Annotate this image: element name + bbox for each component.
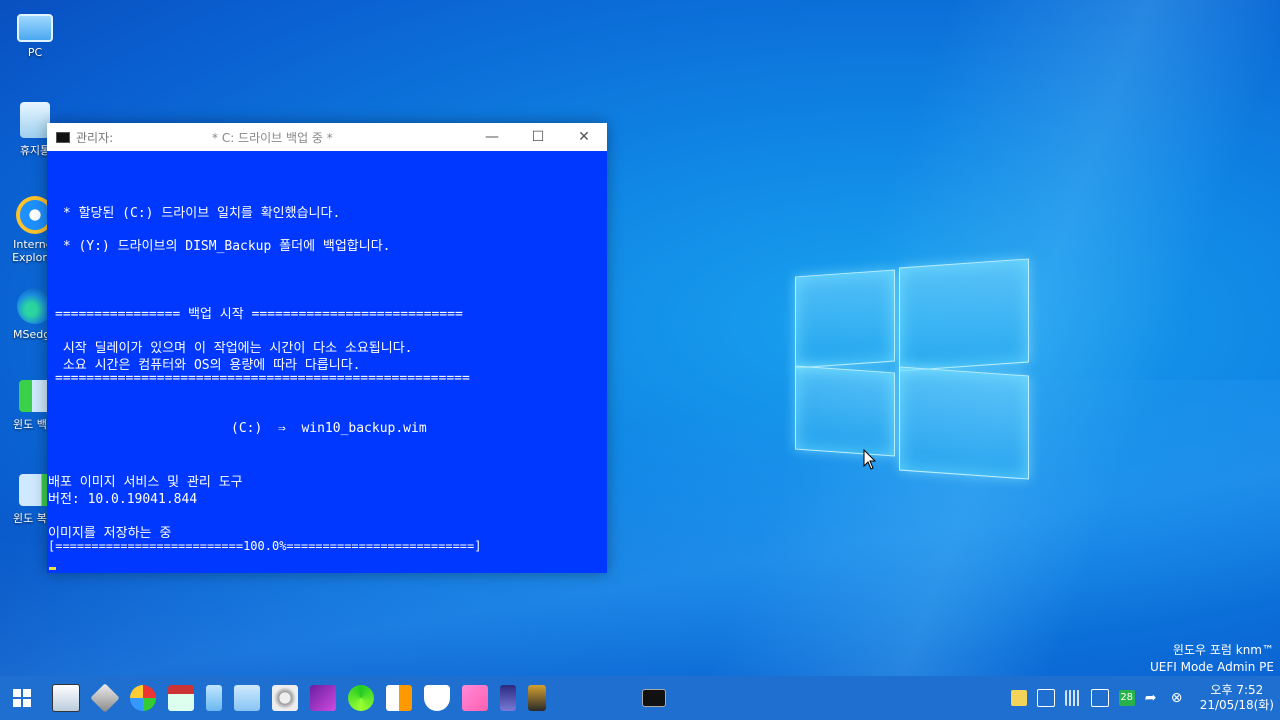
cmd-icon	[56, 131, 70, 143]
windows-start-icon	[13, 689, 31, 707]
window-title: * C: 드라이브 백업 중 *	[212, 130, 333, 145]
notification-icon[interactable]	[1010, 690, 1027, 706]
disk-tool-icon[interactable]	[90, 683, 120, 713]
maximize-icon: ☐	[531, 129, 545, 145]
media-icon[interactable]	[310, 685, 336, 711]
window-title-bar[interactable]: 관리자: * C: 드라이브 백업 중 * — ☐ ✕	[47, 123, 607, 151]
desktop-icon-label: 휴지통	[19, 144, 51, 157]
system-monitor-icon[interactable]	[52, 684, 80, 712]
shield-icon[interactable]	[424, 685, 450, 711]
progress-bar-text: [==========================100.0%=======…	[48, 539, 482, 553]
display-icon[interactable]	[1036, 689, 1055, 707]
phone-icon[interactable]	[500, 685, 516, 711]
recycle-bin-icon	[20, 102, 50, 138]
network-tray-icon[interactable]	[1064, 690, 1081, 706]
close-icon: ✕	[578, 129, 590, 145]
console-line: 버전: 10.0.19041.844	[48, 492, 198, 507]
console-output[interactable]: * 할당된 (C:) 드라이브 일치를 확인했습니다. * (Y:) 드라이브의…	[47, 151, 607, 573]
watermark-line: UEFI Mode Admin PE	[1149, 660, 1274, 674]
computer-icon	[17, 14, 53, 42]
console-line: ========================================…	[55, 371, 470, 386]
console-window[interactable]: 관리자: * C: 드라이브 백업 중 * — ☐ ✕ * 할당된 (C:) 드…	[47, 123, 607, 573]
desktop-icon-label: PC	[27, 46, 43, 59]
admin-label: 관리자:	[76, 130, 114, 145]
network-icon[interactable]	[168, 685, 194, 711]
close-circle-icon[interactable]: ⊗	[1171, 690, 1187, 706]
share-icon[interactable]: ➦	[1145, 690, 1161, 706]
clock-time: 오후 7:52	[1210, 683, 1264, 697]
clock[interactable]: 오후 7:52 21/05/18(화)	[1200, 683, 1274, 713]
registry-icon[interactable]	[386, 685, 412, 711]
console-line: * (Y:) 드라이브의 DISM_Backup 폴더에 백업합니다.	[55, 239, 391, 254]
badge-number: 28	[1120, 692, 1134, 703]
minimize-button[interactable]: —	[469, 123, 515, 151]
console-cursor	[49, 567, 56, 570]
maximize-button[interactable]: ☐	[515, 123, 561, 151]
minimize-icon: —	[485, 129, 499, 145]
cmd-icon[interactable]	[642, 689, 666, 707]
system-tray[interactable]: 28 ➦ ⊗ 오후 7:52 21/05/18(화)	[1006, 676, 1280, 720]
watermark-line: 윈도우 포럼 knm™	[1172, 643, 1274, 657]
desktop-icon-pc[interactable]: PC	[0, 10, 70, 59]
metro-icon[interactable]	[462, 685, 488, 711]
watermark: 윈도우 포럼 knm™ UEFI Mode Admin PE	[1150, 642, 1274, 676]
windows-logo-wallpaper	[795, 255, 1029, 480]
close-button[interactable]: ✕	[561, 123, 607, 151]
tools-icon[interactable]	[272, 685, 298, 711]
refresh-icon[interactable]	[348, 685, 374, 711]
mouse-pointer-icon	[863, 449, 877, 470]
console-line: ================ 백업 시작 =================…	[55, 307, 463, 322]
drive-icon[interactable]	[206, 685, 222, 711]
badge-icon[interactable]: 28	[1118, 690, 1135, 706]
console-line: (C:) ⇒ win10_backup.wim	[231, 421, 427, 436]
start-button[interactable]	[0, 676, 44, 720]
sd-card-icon[interactable]	[528, 685, 546, 711]
notepad-icon[interactable]	[234, 685, 260, 711]
taskbar[interactable]: 28 ➦ ⊗ 오후 7:52 21/05/18(화)	[0, 676, 1280, 720]
clock-date: 21/05/18(화)	[1199, 698, 1274, 712]
console-line: * 할당된 (C:) 드라이브 일치를 확인했습니다.	[55, 206, 341, 221]
partition-icon[interactable]	[130, 685, 156, 711]
volume-icon[interactable]	[1090, 689, 1109, 707]
